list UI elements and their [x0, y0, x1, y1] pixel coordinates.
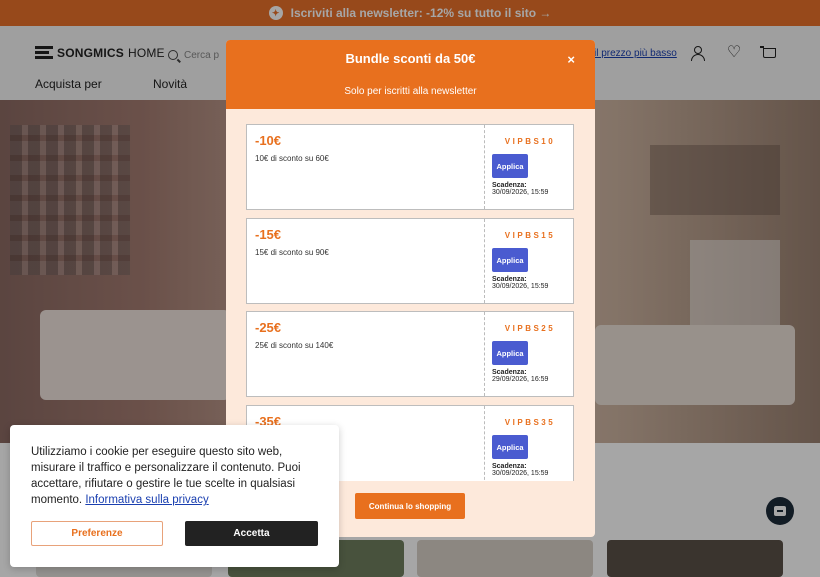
- coupon-divider: [484, 406, 485, 481]
- coupon-card: -10€ 10€ di sconto su 60€ VIPBS10 Applic…: [246, 124, 574, 210]
- coupon-amount: -25€: [255, 320, 282, 335]
- coupon-description: 10€ di sconto su 60€: [255, 154, 329, 163]
- expiry-label: Scadenza:: [492, 276, 527, 283]
- continue-shopping-button[interactable]: Continua lo shopping: [355, 493, 465, 519]
- coupon-description: 25€ di sconto su 140€: [255, 341, 334, 350]
- coupon-divider: [484, 219, 485, 303]
- coupon-divider: [484, 312, 485, 396]
- expiry-label: Scadenza:: [492, 369, 527, 376]
- accept-button[interactable]: Accetta: [185, 521, 318, 546]
- expiry-label: Scadenza:: [492, 182, 527, 189]
- preferences-button[interactable]: Preferenze: [31, 521, 163, 546]
- expiry-date: 30/09/2026, 15:59: [492, 470, 549, 477]
- apply-button[interactable]: Applica: [492, 154, 528, 178]
- apply-button[interactable]: Applica: [492, 435, 528, 459]
- cookie-text-block: Utilizziamo i cookie per eseguire questo…: [31, 444, 321, 508]
- coupon-amount: -10€: [255, 133, 282, 148]
- coupon-code: VIPBS25: [504, 324, 556, 333]
- modal-header: Bundle sconti da 50€ × Solo per iscritti…: [226, 40, 595, 109]
- coupon-code: VIPBS15: [504, 231, 556, 240]
- apply-button[interactable]: Applica: [492, 341, 528, 365]
- expiry-date: 29/09/2026, 16:59: [492, 376, 549, 383]
- coupon-divider: [484, 125, 485, 209]
- privacy-policy-link[interactable]: Informativa sulla privacy: [85, 494, 208, 506]
- cookie-banner: Utilizziamo i cookie per eseguire questo…: [10, 425, 339, 567]
- close-icon[interactable]: ×: [567, 52, 575, 67]
- expiry-date: 30/09/2026, 15:59: [492, 189, 549, 196]
- expiry-date: 30/09/2026, 15:59: [492, 283, 549, 290]
- coupon-code: VIPBS10: [504, 137, 556, 146]
- coupon-card: -25€ 25€ di sconto su 140€ VIPBS25 Appli…: [246, 311, 574, 397]
- coupon-code: VIPBS35: [504, 418, 556, 427]
- modal-title: Bundle sconti da 50€: [345, 51, 476, 66]
- coupon-description: 15€ di sconto su 90€: [255, 248, 329, 257]
- coupon-card: -15€ 15€ di sconto su 90€ VIPBS15 Applic…: [246, 218, 574, 304]
- coupon-amount: -15€: [255, 227, 282, 242]
- modal-subtitle: Solo per iscritti alla newsletter: [344, 86, 477, 97]
- expiry-label: Scadenza:: [492, 463, 527, 470]
- apply-button[interactable]: Applica: [492, 248, 528, 272]
